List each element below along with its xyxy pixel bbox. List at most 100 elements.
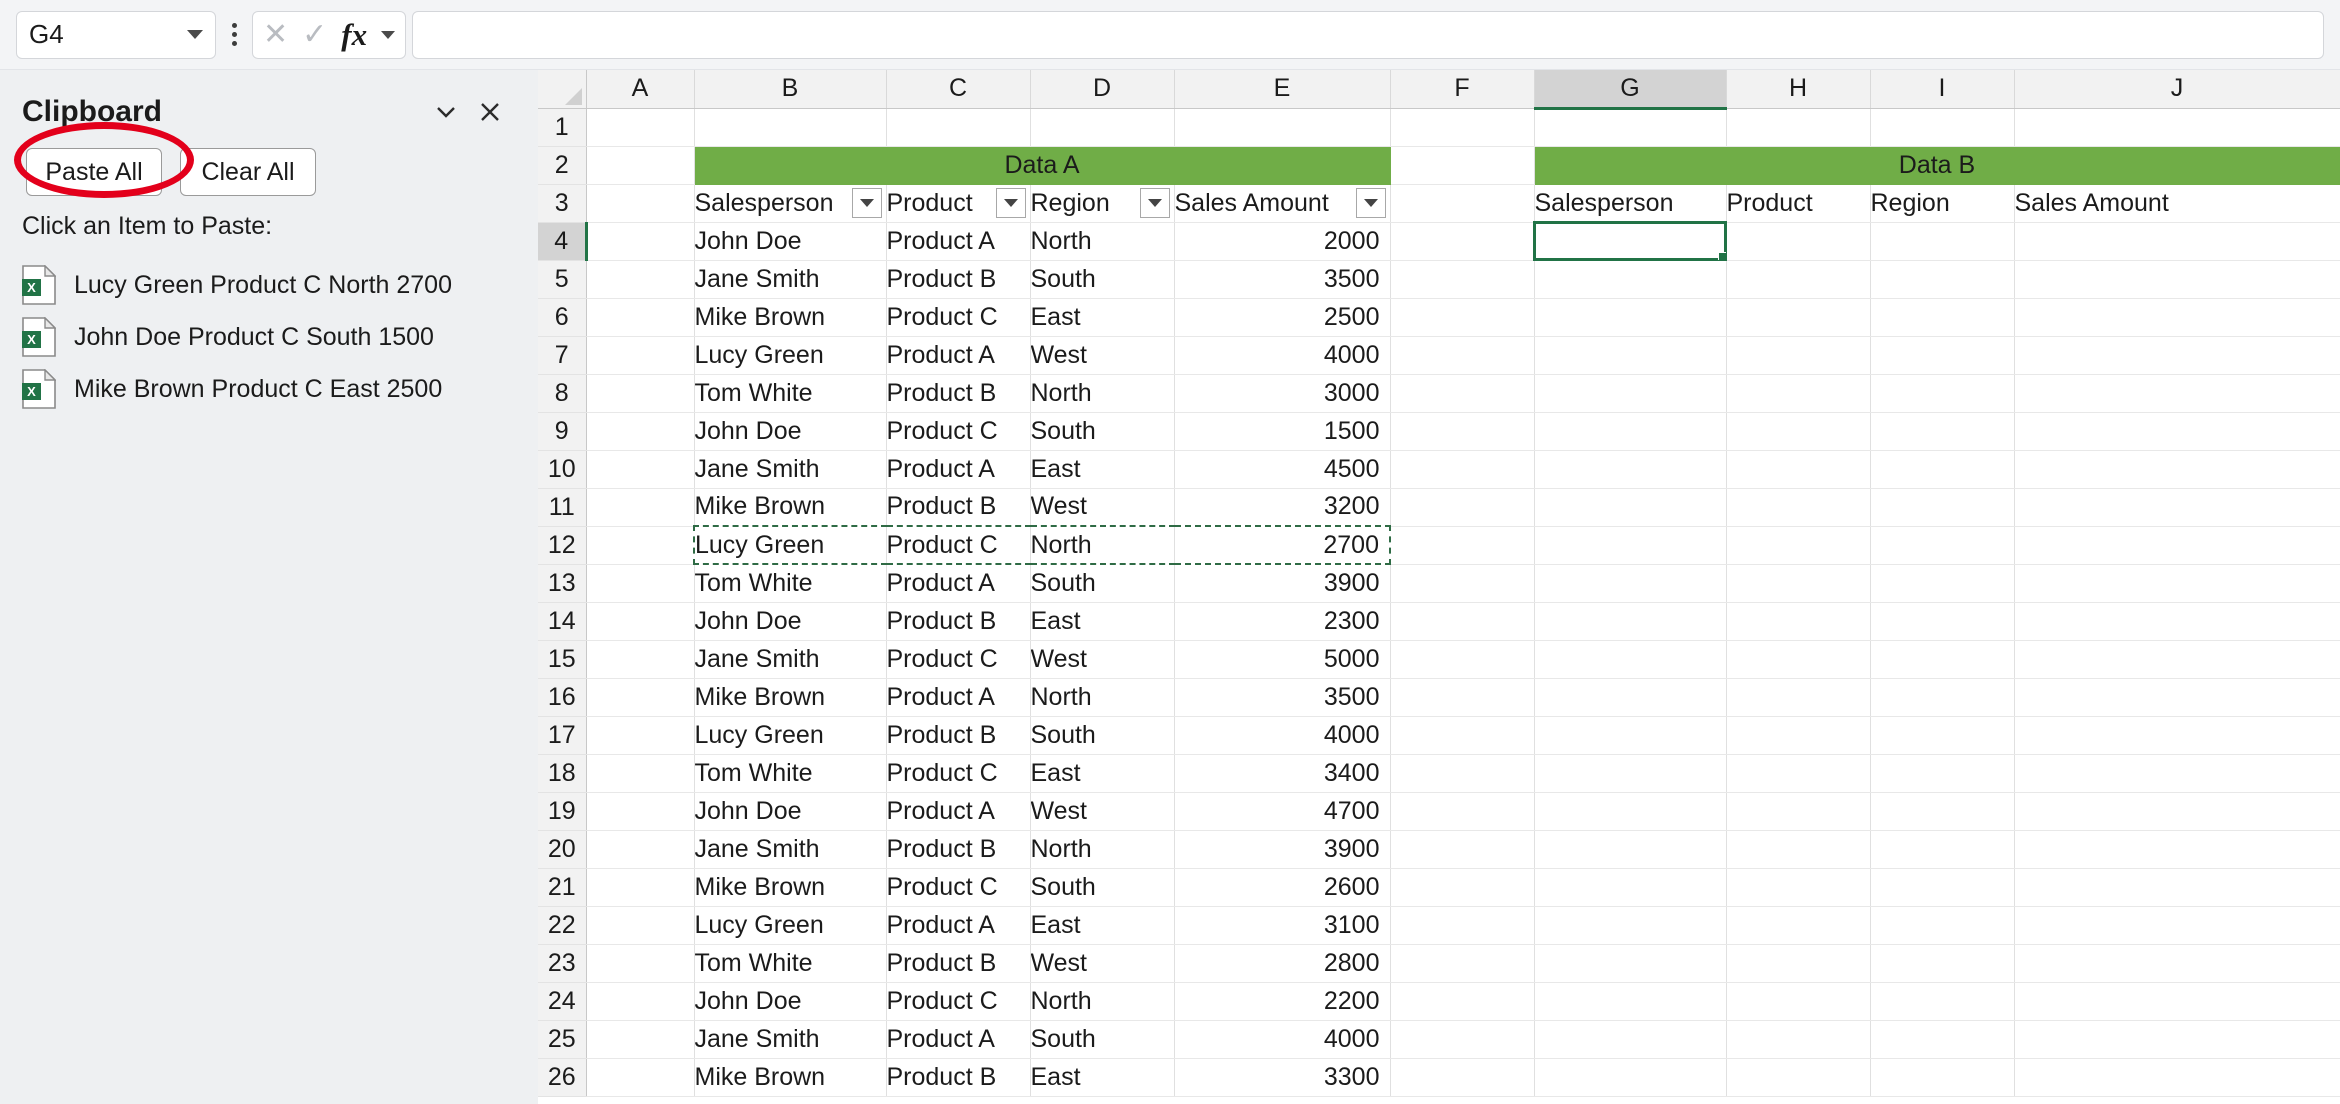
- cell-C19[interactable]: Product A: [886, 792, 1030, 830]
- cell-J21[interactable]: [2014, 868, 2340, 906]
- cell-B25[interactable]: Jane Smith: [694, 1020, 886, 1058]
- cell-H15[interactable]: [1726, 640, 1870, 678]
- more-options-icon[interactable]: [220, 11, 248, 59]
- row-header-1[interactable]: 1: [538, 108, 586, 146]
- cell-B11[interactable]: Mike Brown: [694, 488, 886, 526]
- cell-E13[interactable]: 3900: [1174, 564, 1390, 602]
- cell-D11[interactable]: West: [1030, 488, 1174, 526]
- cell-D25[interactable]: South: [1030, 1020, 1174, 1058]
- spreadsheet-grid[interactable]: ABCDEFGHIJ 12Data AData B3SalespersonPro…: [538, 70, 2340, 1104]
- cell-B21[interactable]: Mike Brown: [694, 868, 886, 906]
- filter-dropdown-icon[interactable]: [1356, 188, 1386, 218]
- banner-data-b[interactable]: Data B: [1534, 146, 2340, 184]
- cell-I26[interactable]: [1870, 1058, 2014, 1096]
- cell-J25[interactable]: [2014, 1020, 2340, 1058]
- cell-G21[interactable]: [1534, 868, 1726, 906]
- cell-A4[interactable]: [586, 222, 694, 260]
- cell-F10[interactable]: [1390, 450, 1534, 488]
- cell-F13[interactable]: [1390, 564, 1534, 602]
- cell-J5[interactable]: [2014, 260, 2340, 298]
- cell-C14[interactable]: Product B: [886, 602, 1030, 640]
- cell-E21[interactable]: 2600: [1174, 868, 1390, 906]
- row-header-12[interactable]: 12: [538, 526, 586, 564]
- cell-G20[interactable]: [1534, 830, 1726, 868]
- column-header-i[interactable]: I: [1870, 70, 2014, 108]
- header-b-sales-amount[interactable]: Sales Amount: [2014, 184, 2340, 222]
- header-b-product[interactable]: Product: [1726, 184, 1870, 222]
- cell-B16[interactable]: Mike Brown: [694, 678, 886, 716]
- cell-I16[interactable]: [1870, 678, 2014, 716]
- cell-J20[interactable]: [2014, 830, 2340, 868]
- cell-H18[interactable]: [1726, 754, 1870, 792]
- cell-C21[interactable]: Product C: [886, 868, 1030, 906]
- column-header-b[interactable]: B: [694, 70, 886, 108]
- cell-C8[interactable]: Product B: [886, 374, 1030, 412]
- cell-A22[interactable]: [586, 906, 694, 944]
- header-a-region[interactable]: Region: [1030, 184, 1174, 222]
- column-header-d[interactable]: D: [1030, 70, 1174, 108]
- cell-J8[interactable]: [2014, 374, 2340, 412]
- cell-H10[interactable]: [1726, 450, 1870, 488]
- row-header-22[interactable]: 22: [538, 906, 586, 944]
- cell-A17[interactable]: [586, 716, 694, 754]
- cell-A26[interactable]: [586, 1058, 694, 1096]
- cell-D8[interactable]: North: [1030, 374, 1174, 412]
- row-header-24[interactable]: 24: [538, 982, 586, 1020]
- cell-D22[interactable]: East: [1030, 906, 1174, 944]
- cell-B10[interactable]: Jane Smith: [694, 450, 886, 488]
- cell-H23[interactable]: [1726, 944, 1870, 982]
- cell-H6[interactable]: [1726, 298, 1870, 336]
- cell-J4[interactable]: [2014, 222, 2340, 260]
- cell-D23[interactable]: West: [1030, 944, 1174, 982]
- cell-C13[interactable]: Product A: [886, 564, 1030, 602]
- cell-G24[interactable]: [1534, 982, 1726, 1020]
- clipboard-item[interactable]: X Mike Brown Product C East 2500: [0, 363, 538, 415]
- cell-F2[interactable]: [1390, 146, 1534, 184]
- select-all-corner[interactable]: [538, 70, 586, 108]
- cell-G11[interactable]: [1534, 488, 1726, 526]
- cell-B6[interactable]: Mike Brown: [694, 298, 886, 336]
- cell-J7[interactable]: [2014, 336, 2340, 374]
- cell-C22[interactable]: Product A: [886, 906, 1030, 944]
- cell-B19[interactable]: John Doe: [694, 792, 886, 830]
- cell-D7[interactable]: West: [1030, 336, 1174, 374]
- cell-D17[interactable]: South: [1030, 716, 1174, 754]
- cell-B8[interactable]: Tom White: [694, 374, 886, 412]
- column-header-h[interactable]: H: [1726, 70, 1870, 108]
- cell-G5[interactable]: [1534, 260, 1726, 298]
- row-header-21[interactable]: 21: [538, 868, 586, 906]
- cell-C6[interactable]: Product C: [886, 298, 1030, 336]
- cell-A25[interactable]: [586, 1020, 694, 1058]
- cell-J9[interactable]: [2014, 412, 2340, 450]
- cell-C11[interactable]: Product B: [886, 488, 1030, 526]
- cell-I6[interactable]: [1870, 298, 2014, 336]
- cell-I19[interactable]: [1870, 792, 2014, 830]
- cell-H24[interactable]: [1726, 982, 1870, 1020]
- cell-G22[interactable]: [1534, 906, 1726, 944]
- cell-D20[interactable]: North: [1030, 830, 1174, 868]
- cell-E16[interactable]: 3500: [1174, 678, 1390, 716]
- confirm-check-icon[interactable]: ✓: [302, 20, 327, 50]
- cell-D10[interactable]: East: [1030, 450, 1174, 488]
- cell-E14[interactable]: 2300: [1174, 602, 1390, 640]
- cell-G25[interactable]: [1534, 1020, 1726, 1058]
- row-header-19[interactable]: 19: [538, 792, 586, 830]
- column-header-e[interactable]: E: [1174, 70, 1390, 108]
- cell-A18[interactable]: [586, 754, 694, 792]
- cell-F14[interactable]: [1390, 602, 1534, 640]
- cell-J1[interactable]: [2014, 108, 2340, 146]
- cell-D26[interactable]: East: [1030, 1058, 1174, 1096]
- cancel-x-icon[interactable]: ✕: [263, 20, 288, 50]
- cell-F16[interactable]: [1390, 678, 1534, 716]
- cell-F9[interactable]: [1390, 412, 1534, 450]
- cell-C5[interactable]: Product B: [886, 260, 1030, 298]
- cell-G6[interactable]: [1534, 298, 1726, 336]
- cell-J6[interactable]: [2014, 298, 2340, 336]
- cell-J17[interactable]: [2014, 716, 2340, 754]
- cell-B13[interactable]: Tom White: [694, 564, 886, 602]
- close-icon[interactable]: [468, 90, 512, 134]
- cell-G4[interactable]: [1534, 222, 1726, 260]
- cell-B15[interactable]: Jane Smith: [694, 640, 886, 678]
- cell-E19[interactable]: 4700: [1174, 792, 1390, 830]
- column-header-g[interactable]: G: [1534, 70, 1726, 108]
